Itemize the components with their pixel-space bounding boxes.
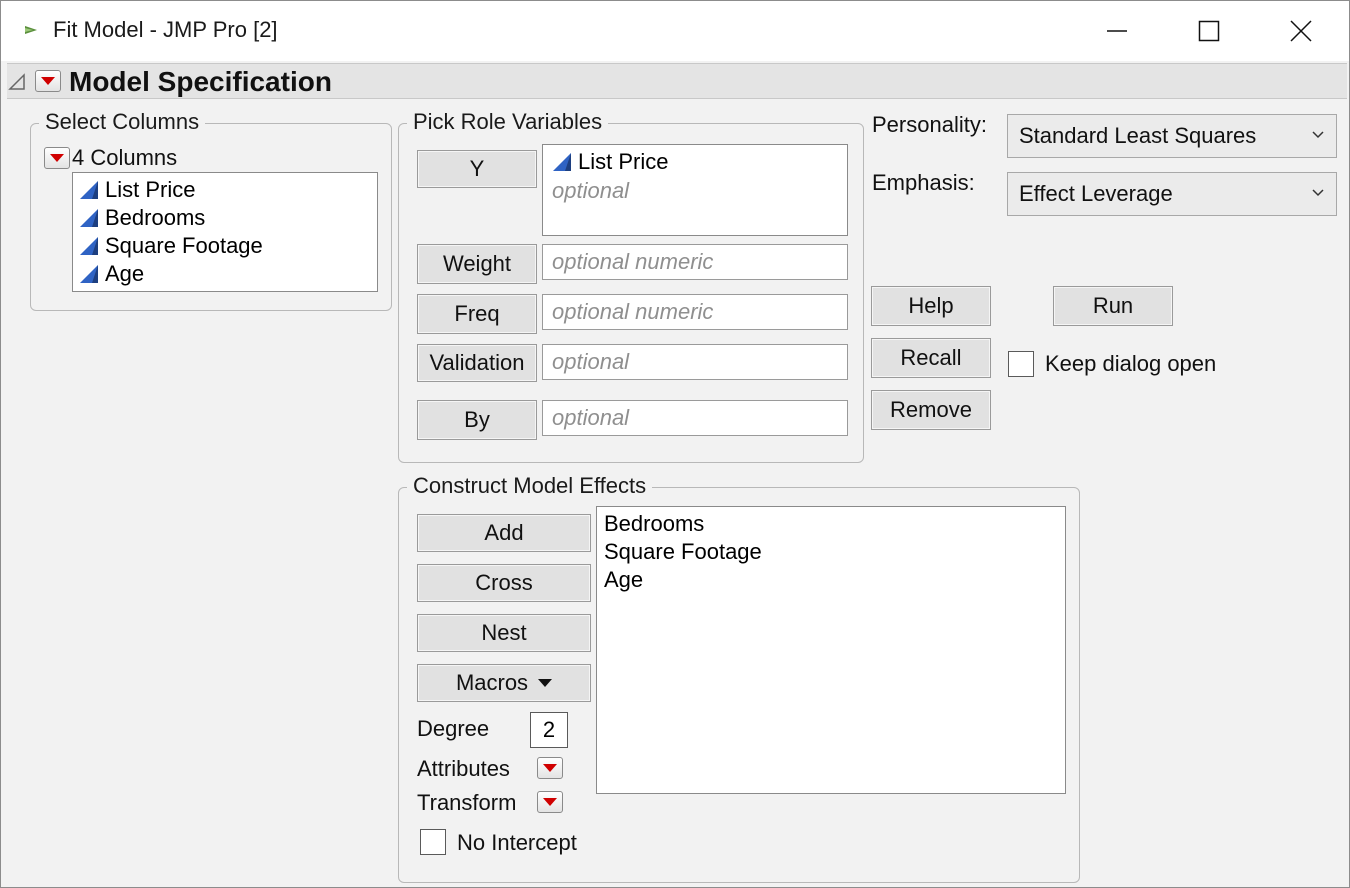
attributes-label: Attributes <box>417 756 510 781</box>
weight-role-field[interactable]: optional numeric <box>542 244 848 280</box>
y-role-button[interactable]: Y <box>417 150 537 188</box>
minimize-button[interactable] <box>1071 1 1163 61</box>
red-triangle-icon <box>543 798 557 806</box>
continuous-column-icon <box>80 265 98 283</box>
red-triangle-icon <box>543 764 557 772</box>
personality-label: Personality: <box>872 112 987 137</box>
column-item[interactable]: Bedrooms <box>79 205 205 231</box>
run-button[interactable]: Run <box>1053 286 1173 326</box>
minimize-icon <box>1107 30 1127 32</box>
emphasis-value: Effect Leverage <box>1019 181 1173 206</box>
construct-effects-title: Construct Model Effects <box>407 473 653 499</box>
no-intercept-checkbox[interactable] <box>420 829 446 855</box>
maximize-icon <box>1198 20 1220 42</box>
cross-button[interactable]: Cross <box>417 564 591 602</box>
emphasis-select[interactable]: Effect Leverage <box>1007 172 1337 216</box>
by-role-button[interactable]: By <box>417 400 537 440</box>
outline-menu-button[interactable] <box>35 70 61 92</box>
column-name: List Price <box>105 177 196 202</box>
effect-item[interactable]: Square Footage <box>604 539 762 565</box>
degree-input[interactable]: 2 <box>530 712 568 748</box>
column-item[interactable]: Square Footage <box>79 233 263 259</box>
fit-model-window: Fit Model - JMP Pro [2] Model Specificat… <box>0 0 1350 888</box>
weight-role-button[interactable]: Weight <box>417 244 537 284</box>
personality-value: Standard Least Squares <box>1019 123 1257 148</box>
red-triangle-icon <box>50 154 64 162</box>
transform-label: Transform <box>417 790 517 815</box>
y-role-placeholder: optional <box>552 178 630 203</box>
transform-menu-button[interactable] <box>537 791 563 813</box>
columns-menu-button[interactable] <box>44 147 70 169</box>
remove-button[interactable]: Remove <box>871 390 991 430</box>
attributes-menu-button[interactable] <box>537 757 563 779</box>
validation-role-field[interactable]: optional <box>542 344 848 380</box>
model-effects-list[interactable]: Bedrooms Square Footage Age <box>596 506 1066 794</box>
chevron-down-icon <box>1312 189 1324 197</box>
title-bar[interactable]: Fit Model - JMP Pro [2] <box>1 1 1349 61</box>
macros-button[interactable]: Macros <box>417 664 591 702</box>
freq-role-field[interactable]: optional numeric <box>542 294 848 330</box>
add-button[interactable]: Add <box>417 514 591 552</box>
column-name: Square Footage <box>105 233 263 258</box>
effect-item[interactable]: Age <box>604 567 643 593</box>
validation-role-button[interactable]: Validation <box>417 344 537 382</box>
chevron-down-icon <box>1312 131 1324 139</box>
disclosure-triangle-icon[interactable] <box>7 72 27 92</box>
effect-item[interactable]: Bedrooms <box>604 511 704 537</box>
continuous-column-icon <box>553 153 571 171</box>
jmp-app-icon <box>25 26 37 34</box>
outline-title: Model Specification <box>69 66 332 97</box>
continuous-column-icon <box>80 209 98 227</box>
keep-dialog-open-label: Keep dialog open <box>1045 351 1217 376</box>
red-triangle-icon <box>41 77 55 85</box>
close-button[interactable] <box>1255 1 1347 61</box>
y-role-list[interactable]: List Price optional <box>542 144 848 236</box>
recall-button[interactable]: Recall <box>871 338 991 378</box>
continuous-column-icon <box>80 181 98 199</box>
no-intercept-label: No Intercept <box>457 830 577 855</box>
maximize-button[interactable] <box>1163 1 1255 61</box>
dropdown-arrow-icon <box>538 678 553 687</box>
emphasis-label: Emphasis: <box>872 170 975 195</box>
column-item[interactable]: List Price <box>79 177 195 203</box>
select-columns-title: Select Columns <box>39 109 206 135</box>
column-name: Bedrooms <box>105 205 206 230</box>
y-role-value: List Price <box>578 149 669 174</box>
window-title: Fit Model - JMP Pro [2] <box>53 17 278 42</box>
personality-select[interactable]: Standard Least Squares <box>1007 114 1337 158</box>
column-name: Age <box>105 261 145 286</box>
column-item[interactable]: Age <box>79 261 144 287</box>
y-role-item[interactable]: List Price <box>552 149 668 175</box>
by-role-field[interactable]: optional <box>542 400 848 436</box>
keep-dialog-open-checkbox[interactable] <box>1008 351 1034 377</box>
pick-roles-title: Pick Role Variables <box>407 109 609 135</box>
columns-list[interactable]: List Price Bedrooms Square Footage Age <box>72 172 378 292</box>
macros-label: Macros <box>455 670 529 695</box>
close-icon <box>1290 20 1312 42</box>
help-button[interactable]: Help <box>871 286 991 326</box>
outline-header: Model Specification <box>7 63 1347 99</box>
nest-button[interactable]: Nest <box>417 614 591 652</box>
freq-role-button[interactable]: Freq <box>417 294 537 334</box>
columns-count: 4 Columns <box>72 145 178 170</box>
continuous-column-icon <box>80 237 98 255</box>
degree-label: Degree <box>417 716 490 741</box>
